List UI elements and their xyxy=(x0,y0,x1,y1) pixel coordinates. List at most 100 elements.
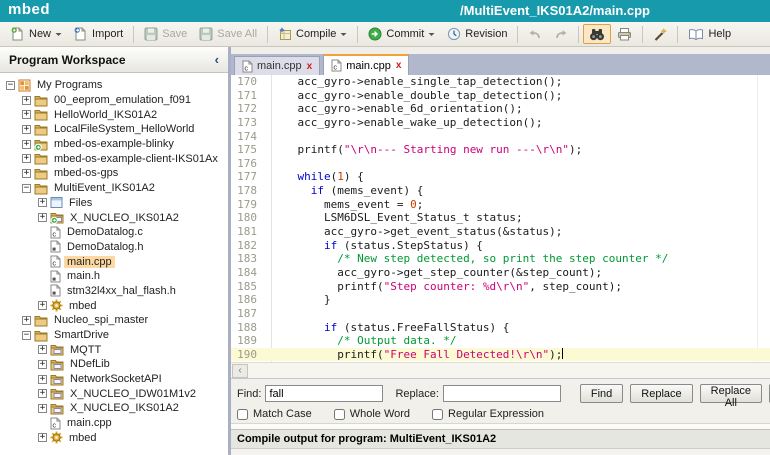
expand-node-icon[interactable]: + xyxy=(22,140,31,149)
regex-checkbox[interactable] xyxy=(432,409,443,420)
tree-item-label: DemoDatalog.c xyxy=(64,226,146,238)
replace-all-button[interactable]: Replace All xyxy=(700,384,762,403)
expand-node-icon[interactable]: + xyxy=(22,316,31,325)
tree-item-mbed-os-example-blinky[interactable]: +mbed-os-example-blinky xyxy=(0,137,228,152)
tree-item-mbed-os-gps[interactable]: +mbed-os-gps xyxy=(0,166,228,181)
line-text: /* Output data. */ xyxy=(263,334,456,348)
code-line-179: 179 mems_event = 0; xyxy=(231,198,770,212)
tree-item-my-programs[interactable]: − My Programs xyxy=(0,78,228,93)
save-all-button-label: Save All xyxy=(217,28,257,40)
expand-node-icon[interactable]: + xyxy=(22,125,31,134)
line-number: 176 xyxy=(231,157,263,171)
tree-item-networksocketapi[interactable]: +NetworkSocketAPI xyxy=(0,372,228,387)
tree-item-multievent-iks01a2[interactable]: −MultiEvent_IKS01A2 xyxy=(0,181,228,196)
expand-node-icon[interactable]: + xyxy=(22,154,31,163)
code-line-182: 182 if (status.StepStatus) { xyxy=(231,239,770,253)
tree-item-stm32l4xx-hal-flash-h[interactable]: stm32l4xx_hal_flash.h xyxy=(0,284,228,299)
collapse-node-icon[interactable]: − xyxy=(6,81,15,90)
print-button[interactable] xyxy=(611,24,638,44)
undo-button[interactable] xyxy=(522,25,548,43)
replace-action-button[interactable]: Replace xyxy=(630,384,692,403)
tree-item-nucleo-spi-master[interactable]: +Nucleo_spi_master xyxy=(0,313,228,328)
line-number: 183 xyxy=(231,252,263,266)
compile-button[interactable]: Compile xyxy=(272,24,353,44)
tree-item-files[interactable]: +Files xyxy=(0,196,228,211)
line-number: 175 xyxy=(231,143,263,157)
line-number: 174 xyxy=(231,130,263,144)
expand-node-icon[interactable]: + xyxy=(38,213,47,222)
revision-button[interactable]: Revision xyxy=(441,24,513,44)
tree-item-smartdrive[interactable]: −SmartDrive xyxy=(0,328,228,343)
compile-icon xyxy=(278,27,292,41)
close-icon[interactable]: x xyxy=(306,61,313,72)
toolbar-separator xyxy=(357,26,358,43)
expand-node-icon[interactable]: + xyxy=(38,301,47,310)
tree-item-demodatalog-c[interactable]: cDemoDatalog.c xyxy=(0,225,228,240)
tree-item-mbed[interactable]: +mbed xyxy=(0,431,228,446)
tree-item-label: My Programs xyxy=(34,79,105,91)
find-button[interactable] xyxy=(583,24,611,44)
whole-word-checkbox[interactable] xyxy=(334,409,345,420)
folder-icon xyxy=(34,167,48,180)
expand-node-icon[interactable]: + xyxy=(38,360,47,369)
expand-node-icon[interactable]: + xyxy=(38,404,47,413)
line-number: 179 xyxy=(231,198,263,212)
tree-item-x-nucleo-iks01a2[interactable]: +X_NUCLEO_IKS01A2 xyxy=(0,401,228,416)
new-button[interactable]: New xyxy=(5,24,68,44)
toolbar-separator xyxy=(578,26,579,43)
tree-item-ndeflib[interactable]: +NDefLib xyxy=(0,357,228,372)
help-button[interactable]: Help xyxy=(682,25,737,44)
tree-item-x-nucleo-iks01a2[interactable]: +X_NUCLEO_IKS01A2 xyxy=(0,210,228,225)
tree-item-main-cpp[interactable]: cmain.cpp xyxy=(0,416,228,431)
expand-node-icon[interactable]: + xyxy=(38,389,47,398)
redo-button[interactable] xyxy=(548,25,574,43)
format-button[interactable] xyxy=(647,24,673,44)
find-replace-bar: Find: Replace: FindReplaceReplace AllAdv… xyxy=(231,378,770,423)
collapse-node-icon[interactable]: − xyxy=(22,184,31,193)
tree-item-main-cpp[interactable]: cmain.cpp xyxy=(0,254,228,269)
expand-node-icon[interactable]: + xyxy=(38,198,47,207)
tree-item-00-eeprom-emulation-f091[interactable]: +00_eeprom_emulation_f091 xyxy=(0,93,228,108)
code-line-178: 178 if (mems_event) { xyxy=(231,184,770,198)
line-number: 180 xyxy=(231,211,263,225)
collapse-node-icon[interactable]: − xyxy=(22,331,31,340)
save-button[interactable]: Save xyxy=(138,24,193,44)
close-icon[interactable]: x xyxy=(395,60,402,71)
collapse-sidebar-icon[interactable]: ‹ xyxy=(215,52,219,67)
tree-item-helloworld-iks01a2[interactable]: +HelloWorld_IKS01A2 xyxy=(0,107,228,122)
line-number: 177 xyxy=(231,170,263,184)
expand-node-icon[interactable]: + xyxy=(22,96,31,105)
line-text: acc_gyro->get_event_status(&status); xyxy=(263,225,562,239)
tree-item-mbed-os-example-client-iks01ax[interactable]: +mbed-os-example-client-IKS01Ax xyxy=(0,151,228,166)
commit-icon xyxy=(368,27,382,41)
replace-input[interactable] xyxy=(443,385,561,402)
find-input[interactable] xyxy=(265,385,383,402)
tree-item-localfilesystem-helloworld[interactable]: +LocalFileSystem_HelloWorld xyxy=(0,122,228,137)
expand-node-icon[interactable]: + xyxy=(38,345,47,354)
document-path: /MultiEvent_IKS01A2/main.cpp xyxy=(460,3,650,18)
expand-node-icon[interactable]: + xyxy=(38,375,47,384)
import-button[interactable]: Import xyxy=(68,24,129,44)
expand-node-icon[interactable]: + xyxy=(22,169,31,178)
expand-node-icon[interactable]: + xyxy=(22,110,31,119)
tab-main-cpp[interactable]: cmain.cppx xyxy=(323,54,409,75)
code-line-170: 170 acc_gyro->enable_single_tap_detectio… xyxy=(231,75,770,89)
horizontal-scrollbar[interactable]: ‹ xyxy=(231,362,770,378)
expand-node-icon[interactable]: + xyxy=(38,433,47,442)
compile-output-title: Compile output for program: MultiEvent_I… xyxy=(231,429,770,449)
scroll-left-icon[interactable]: ‹ xyxy=(232,364,248,378)
tree-item-main-h[interactable]: main.h xyxy=(0,269,228,284)
tree-item-demodatalog-h[interactable]: DemoDatalog.h xyxy=(0,240,228,255)
code-editor[interactable]: 170 acc_gyro->enable_single_tap_detectio… xyxy=(231,75,770,362)
save-all-button[interactable]: Save All xyxy=(193,24,263,44)
commit-button[interactable]: Commit xyxy=(362,24,441,44)
tab-main-cpp[interactable]: cmain.cppx xyxy=(234,56,320,75)
match-case-checkbox[interactable] xyxy=(237,409,248,420)
files-icon xyxy=(50,196,63,209)
find-action-button[interactable]: Find xyxy=(580,384,623,403)
tree-item-mbed[interactable]: +mbed xyxy=(0,298,228,313)
tree-item-mqtt[interactable]: +MQTT xyxy=(0,342,228,357)
line-number: 185 xyxy=(231,280,263,294)
line-text xyxy=(263,130,271,144)
tree-item-x-nucleo-idw01m1v2[interactable]: +X_NUCLEO_IDW01M1v2 xyxy=(0,386,228,401)
